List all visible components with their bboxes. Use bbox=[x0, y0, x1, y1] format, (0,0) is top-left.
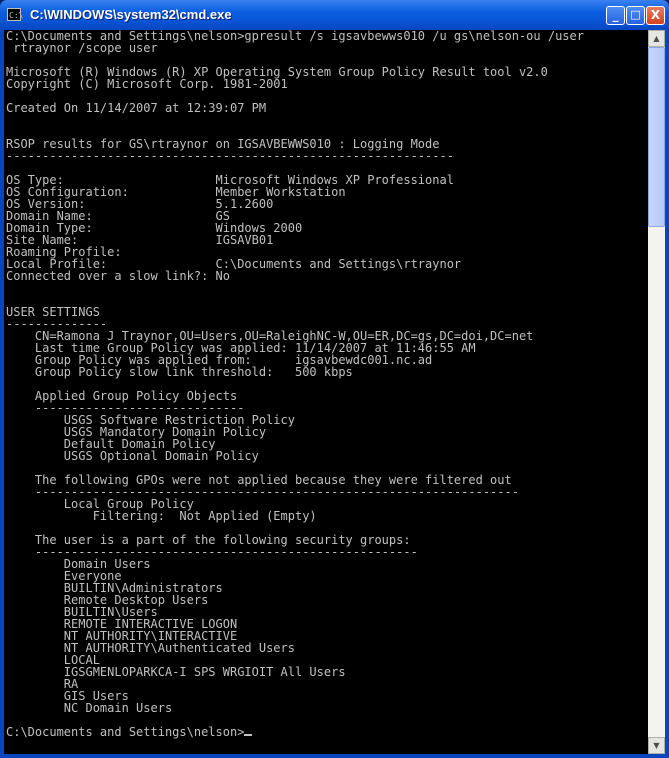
scroll-down-button[interactable]: ▼ bbox=[648, 737, 665, 754]
console-line: NC Domain Users bbox=[6, 701, 173, 715]
console-line: NT AUTHORITY\Authenticated Users bbox=[6, 641, 295, 655]
text-cursor bbox=[244, 734, 253, 736]
console-line: Created On 11/14/2007 at 12:39:07 PM bbox=[6, 101, 267, 115]
cmd-window: C:\ C:\WINDOWS\system32\cmd.exe _ □ X C:… bbox=[0, 0, 669, 758]
title-bar[interactable]: C:\ C:\WINDOWS\system32\cmd.exe _ □ X bbox=[0, 0, 669, 30]
console-line: Group Policy slow link threshold: 500 kb… bbox=[6, 365, 353, 379]
console-text: C:\Documents and Settings\nelson>gpresul… bbox=[4, 30, 648, 738]
cmd-app-icon[interactable]: C:\ bbox=[7, 8, 23, 21]
console-line: C:\Documents and Settings\nelson> bbox=[6, 726, 648, 738]
console-line: ----------------------------------------… bbox=[6, 149, 454, 163]
window-frame-bottom bbox=[0, 754, 669, 758]
window-title: C:\WINDOWS\system32\cmd.exe bbox=[30, 7, 232, 22]
console-line: USGS Optional Domain Policy bbox=[6, 449, 259, 463]
maximize-button[interactable]: □ bbox=[626, 6, 645, 25]
console-line: rtraynor /scope user bbox=[6, 41, 158, 55]
console-line: Connected over a slow link?: No bbox=[6, 269, 230, 283]
window-frame-right bbox=[665, 30, 669, 758]
vertical-scrollbar[interactable]: ▲ ▼ bbox=[648, 30, 665, 754]
minimize-button[interactable]: _ bbox=[606, 6, 625, 25]
scroll-up-button[interactable]: ▲ bbox=[648, 30, 665, 47]
scroll-thumb[interactable] bbox=[648, 47, 665, 227]
close-button[interactable]: X bbox=[646, 6, 665, 25]
console-output[interactable]: C:\Documents and Settings\nelson>gpresul… bbox=[4, 30, 648, 754]
console-line: IGSGMENLOPARKCA-I SPS WRGIOIT All Users bbox=[6, 665, 346, 679]
console-line: Copyright (C) Microsoft Corp. 1981-2001 bbox=[6, 77, 288, 91]
console-line: Filtering: Not Applied (Empty) bbox=[6, 509, 317, 523]
